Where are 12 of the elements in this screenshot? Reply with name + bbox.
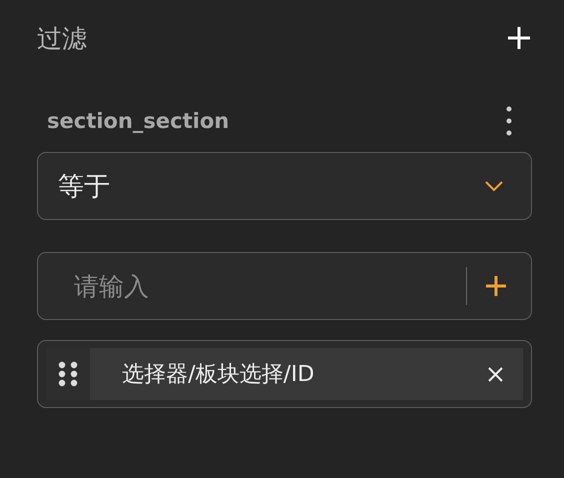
tag-label: 选择器/板块选择/ID	[122, 361, 316, 389]
more-icon[interactable]	[506, 106, 512, 136]
operator-select[interactable]: 等于	[37, 152, 532, 220]
add-filter-button[interactable]	[506, 25, 532, 51]
plus-icon[interactable]	[485, 275, 507, 297]
input-box[interactable]: 请输入	[37, 252, 532, 320]
panel-title: 过滤	[37, 22, 87, 54]
chevron-down-icon	[485, 180, 503, 192]
drag-handle[interactable]	[46, 348, 90, 400]
close-icon[interactable]	[488, 366, 503, 382]
section-label: section_section	[47, 109, 230, 133]
input-field[interactable]: 请输入	[58, 270, 466, 302]
